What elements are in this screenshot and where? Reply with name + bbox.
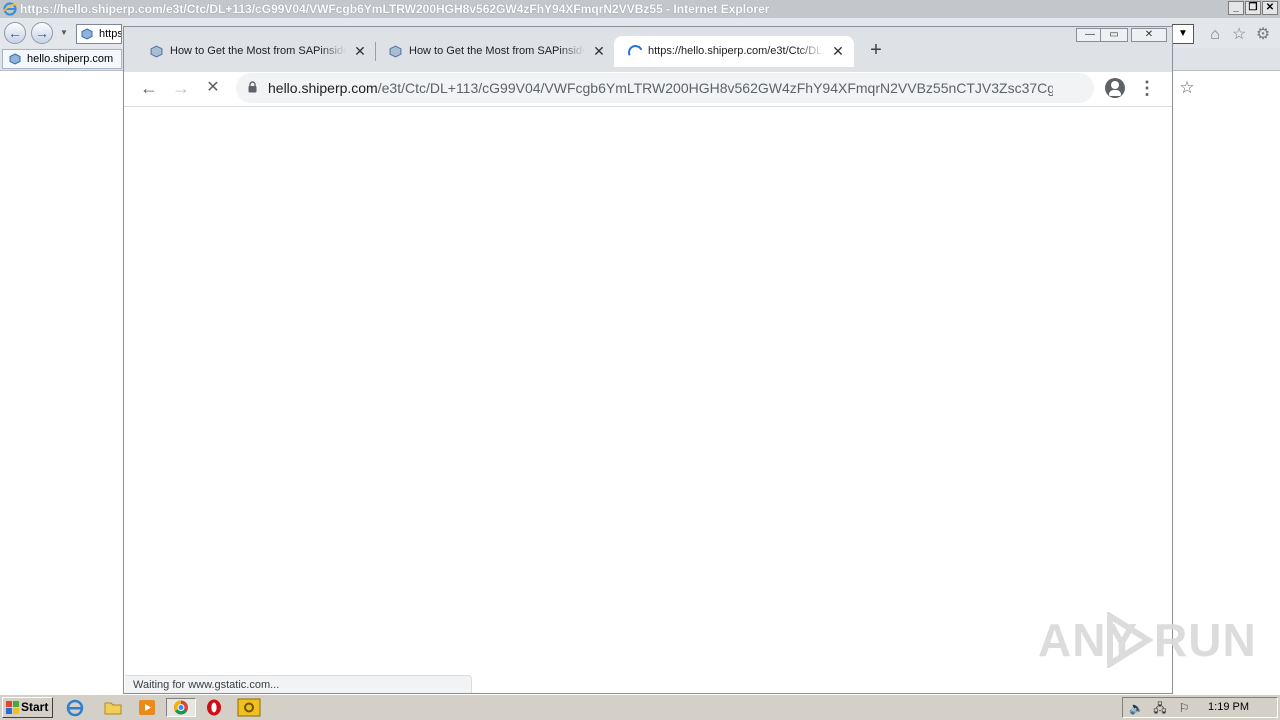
status-bubble: Waiting for www.gstatic.com... — [125, 675, 472, 693]
folder-taskbar-icon[interactable] — [102, 698, 124, 717]
forward-arrow-icon: → — [35, 25, 49, 41]
tab-close-icon[interactable]: ✕ — [352, 36, 368, 67]
omnibox[interactable]: hello.shiperp.com/e3t/Ctc/DL+113/cG99V04… — [236, 73, 1195, 103]
forward-button[interactable]: → — [169, 77, 193, 101]
tab-close-icon[interactable]: ✕ — [591, 36, 607, 67]
new-tab-button[interactable]: + — [866, 40, 886, 61]
network-icon[interactable]: 🖧 — [1153, 701, 1167, 715]
chrome-window: How to Get the Most from SAPinsider ✕ Ho… — [123, 26, 1195, 694]
stop-loading-button[interactable]: ✕ — [201, 77, 225, 101]
chrome-restore-button[interactable]: ▭ — [1100, 28, 1128, 42]
ie-forward-button[interactable]: → — [31, 22, 53, 44]
home-icon[interactable]: ⌂ — [1206, 26, 1224, 44]
chrome-tab-title: How to Get the Most from SAPinsider — [170, 45, 346, 57]
ie-title-bar[interactable]: https://hello.shiperp.com/e3t/Ctc/DL+113… — [0, 0, 1280, 18]
taskbar-clock[interactable]: 1:19 PM — [1208, 698, 1249, 717]
lock-icon[interactable] — [248, 81, 257, 93]
ie-window-title: https://hello.shiperp.com/e3t/Ctc/DL+113… — [20, 2, 770, 16]
play-logo-icon — [1107, 612, 1154, 668]
ie-taskbar-icon[interactable] — [64, 698, 86, 717]
profile-avatar-icon[interactable] — [1105, 78, 1125, 98]
chrome-taskbar-icon[interactable] — [166, 698, 196, 717]
anyrun-watermark: ANY RUN — [1038, 608, 1256, 672]
page-icon — [81, 28, 93, 40]
ie-tab-row-right — [1172, 48, 1280, 71]
chrome-tab-2[interactable]: How to Get the Most from SAPinsider ✕ — [375, 36, 615, 67]
action-center-flag-icon[interactable]: ⚐ — [1177, 701, 1191, 715]
start-button[interactable]: Start — [2, 697, 53, 718]
opera-taskbar-icon[interactable] — [203, 698, 225, 717]
chrome-tab-3-active[interactable]: https://hello.shiperp.com/e3t/Ctc/DL+113… — [614, 36, 854, 67]
url-path: /e3t/Ctc/DL+113/cG99V04/VWFcgb6YmLTRW200… — [377, 80, 1053, 96]
ie-restore-button[interactable]: ❐ — [1245, 1, 1261, 15]
chrome-menu-button[interactable]: ⋮ — [1138, 77, 1156, 101]
chrome-tab-strip: How to Get the Most from SAPinsider ✕ Ho… — [124, 27, 1172, 72]
ie-address-bar[interactable]: https: — [76, 24, 122, 44]
bookmark-star-icon[interactable]: ☆ — [1176, 73, 1198, 103]
windows-flag-icon — [6, 701, 19, 714]
speaker-icon[interactable]: 🔈 — [1129, 701, 1144, 715]
chevron-down-icon: ▼ — [1178, 28, 1188, 39]
tab-favicon-icon — [389, 45, 402, 58]
gear-icon[interactable]: ⚙ — [1254, 26, 1272, 44]
ie-tab[interactable]: hello.shiperp.com — [2, 49, 122, 69]
chrome-toolbar: ← → ✕ hello.shiperp.com/e3t/Ctc/DL+113/c… — [124, 72, 1195, 107]
ie-address-dropdown[interactable]: ▼ — [1172, 24, 1194, 44]
chrome-tab-title: How to Get the Most from SAPinsider — [409, 45, 585, 57]
favorites-star-icon[interactable]: ☆ — [1230, 26, 1248, 44]
back-arrow-icon: ← — [8, 25, 22, 41]
tab-close-icon[interactable]: ✕ — [830, 36, 846, 67]
chrome-close-button[interactable]: ✕ — [1131, 28, 1167, 42]
app-taskbar-icon[interactable] — [235, 698, 263, 717]
system-tray: 🔈 🖧 ⚐ 1:19 PM — [1122, 697, 1278, 718]
back-button[interactable]: ← — [137, 77, 161, 101]
ie-tab-row: hello.shiperp.com — [0, 48, 124, 71]
ie-address-value: https: — [99, 28, 121, 40]
ie-close-button[interactable]: ✕ — [1262, 1, 1278, 15]
url-host: hello.shiperp.com — [268, 80, 378, 96]
ie-minimize-button[interactable]: _ — [1228, 1, 1244, 15]
media-player-taskbar-icon[interactable] — [136, 698, 158, 717]
ie-history-dropdown-icon[interactable]: ▼ — [60, 28, 68, 37]
chrome-tab-1[interactable]: How to Get the Most from SAPinsider ✕ — [136, 36, 376, 67]
page-icon — [9, 53, 21, 65]
taskbar: Start 🔈 🖧 ⚐ 1:19 PM — [0, 694, 1280, 720]
ie-tab-label: hello.shiperp.com — [27, 53, 114, 65]
start-label: Start — [21, 700, 49, 714]
tab-favicon-icon — [150, 45, 163, 58]
ie-back-button[interactable]: ← — [4, 22, 26, 44]
page-content[interactable]: Waiting for www.gstatic.com... — [124, 107, 1172, 693]
ie-logo-icon — [3, 2, 17, 16]
chrome-tab-title: https://hello.shiperp.com/e3t/Ctc/DL+113… — [648, 45, 824, 57]
loading-spinner-icon — [625, 42, 646, 63]
url-text[interactable]: hello.shiperp.com/e3t/Ctc/DL+113/cG99V04… — [268, 73, 1053, 103]
watermark-right-text: RUN — [1154, 614, 1257, 666]
